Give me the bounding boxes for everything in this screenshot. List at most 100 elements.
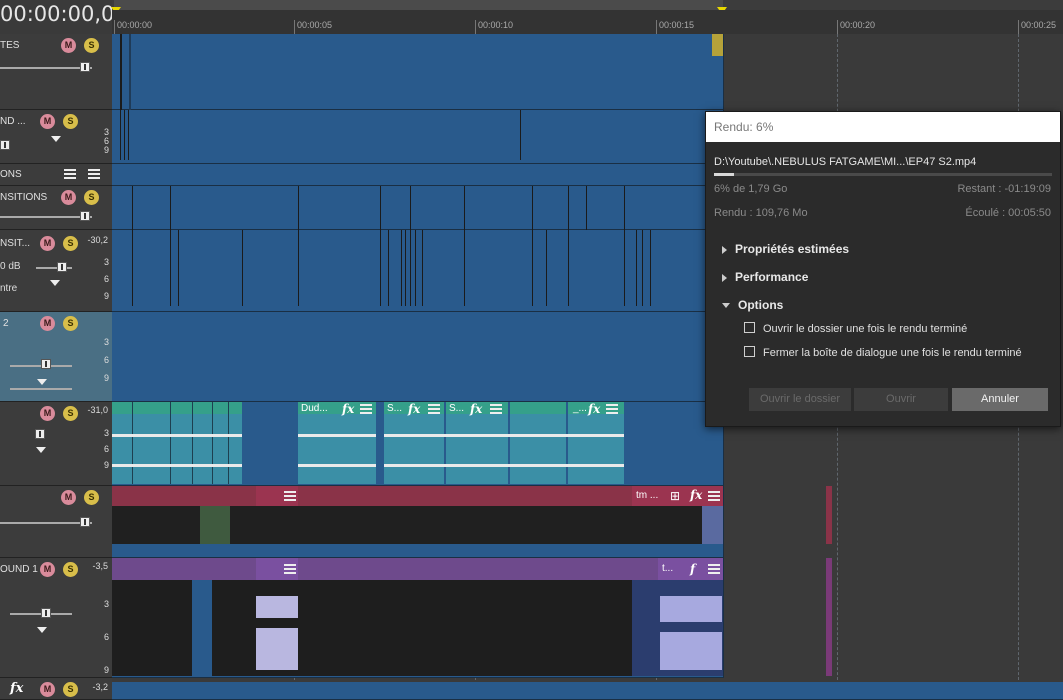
pan-dropdown-icon[interactable] — [50, 280, 60, 286]
crop-icon[interactable]: ⊞ — [670, 489, 680, 503]
slider-knob[interactable] — [80, 517, 90, 527]
track-lane-4[interactable] — [112, 230, 724, 312]
track-header-5[interactable]: 2 M S 369 — [0, 312, 112, 402]
solo-button[interactable]: S — [63, 406, 78, 421]
fx-icon[interactable]: fx — [588, 402, 600, 416]
track-header-1[interactable]: ND ... M S 369 — [0, 110, 112, 164]
cut-marker — [410, 186, 411, 230]
fx-icon[interactable]: fx — [342, 402, 354, 416]
peak-level: -31,0 — [87, 405, 108, 415]
clip-menu-icon[interactable] — [428, 404, 440, 414]
menu-icon[interactable] — [64, 169, 76, 179]
slider-knob[interactable] — [80, 211, 90, 221]
track-lane-0[interactable] — [112, 34, 724, 110]
timecode-display[interactable]: 00:00:00,00 — [0, 0, 112, 34]
audio-clip[interactable] — [112, 580, 192, 676]
option-open-folder[interactable]: Ouvrir le dossier une fois le rendu term… — [744, 322, 967, 335]
pan-dropdown-icon[interactable] — [37, 627, 47, 633]
pan-dropdown-icon[interactable] — [37, 379, 47, 385]
solo-button[interactable]: S — [63, 236, 78, 251]
track-header-2[interactable]: ONS — [0, 164, 112, 186]
open-button[interactable]: Ouvrir — [854, 388, 948, 411]
audio-waveform — [298, 464, 376, 467]
cancel-button[interactable]: Annuler — [952, 388, 1048, 411]
mute-button[interactable]: M — [40, 114, 55, 129]
loop-region[interactable] — [114, 0, 723, 10]
solo-button[interactable]: S — [84, 490, 99, 505]
slider-knob[interactable] — [57, 262, 67, 272]
solo-button[interactable]: S — [84, 38, 99, 53]
mute-button[interactable]: M — [40, 406, 55, 421]
section-estimated-properties[interactable]: Propriétés estimées — [722, 242, 849, 256]
track-header-0[interactable]: TES M S — [0, 34, 112, 110]
track-lane-6[interactable]: Dud... fx S... fx S... fx _... fx — [112, 402, 724, 486]
solo-button[interactable]: S — [63, 562, 78, 577]
fx-icon[interactable]: fx — [408, 402, 420, 416]
mute-button[interactable]: M — [40, 682, 55, 697]
solo-button[interactable]: S — [63, 114, 78, 129]
clip-menu-icon[interactable] — [490, 404, 502, 414]
clip-menu-icon[interactable] — [708, 491, 720, 501]
timeline-ruler[interactable]: 00:00:00 00:00:05 00:00:10 00:00:15 00:0… — [111, 0, 1063, 34]
clip-menu-icon[interactable] — [708, 564, 720, 574]
dialog-title[interactable]: Rendu: 6% — [706, 112, 1060, 142]
audio-clip[interactable] — [510, 402, 566, 484]
track-lane-8[interactable]: t... f — [112, 558, 724, 678]
menu-icon[interactable] — [88, 169, 100, 179]
video-clip-remnant — [826, 486, 832, 544]
track-lane-2[interactable] — [112, 164, 724, 186]
slider-knob[interactable] — [35, 429, 45, 439]
clip-menu-icon[interactable] — [606, 404, 618, 414]
track-lane-7[interactable]: tm ... ⊞ fx — [112, 486, 724, 558]
fx-icon[interactable]: fx — [10, 681, 23, 696]
mute-button[interactable]: M — [40, 562, 55, 577]
clip-menu-icon[interactable] — [360, 404, 372, 414]
open-folder-button[interactable]: Ouvrir le dossier — [749, 388, 851, 411]
track-header-9[interactable]: fx M S -3,2 — [0, 678, 112, 700]
mute-button[interactable]: M — [61, 490, 76, 505]
section-options[interactable]: Options — [722, 298, 783, 312]
cut-marker — [170, 186, 171, 230]
pan-dropdown-icon[interactable] — [51, 136, 61, 142]
level-slider[interactable] — [0, 522, 92, 524]
track-header-6[interactable]: M S -31,0 369 — [0, 402, 112, 486]
pan-dropdown-icon[interactable] — [36, 447, 46, 453]
pan-slider[interactable] — [10, 388, 72, 390]
mute-button[interactable]: M — [40, 316, 55, 331]
solo-button[interactable]: S — [63, 316, 78, 331]
slider-knob[interactable] — [80, 62, 90, 72]
level-slider[interactable] — [0, 216, 92, 218]
level-slider[interactable] — [0, 67, 92, 69]
fx-icon[interactable]: f — [690, 562, 695, 576]
audio-clip[interactable]: Dud... fx — [298, 402, 376, 484]
track-header-7[interactable]: M S — [0, 486, 112, 558]
render-dialog[interactable]: Rendu: 6% D:\Youtube\.NEBULUS FATGAME\MI… — [705, 111, 1061, 427]
track-lane-3[interactable] — [112, 186, 724, 230]
solo-button[interactable]: S — [84, 190, 99, 205]
checkbox[interactable] — [744, 346, 755, 357]
track-lane-5[interactable] — [112, 312, 724, 402]
option-close-dialog[interactable]: Fermer la boîte de dialogue une fois le … — [744, 346, 1022, 359]
slider-knob[interactable] — [0, 140, 10, 150]
clip-menu-icon[interactable] — [284, 564, 296, 574]
checkbox[interactable] — [744, 322, 755, 333]
solo-button[interactable]: S — [63, 682, 78, 697]
fx-icon[interactable]: fx — [470, 402, 482, 416]
slider-knob[interactable] — [41, 608, 51, 618]
track-lane-1[interactable] — [112, 110, 724, 164]
track-header-8[interactable]: OUND 1 M S -3,5 369 — [0, 558, 112, 678]
mute-button[interactable]: M — [61, 38, 76, 53]
track-header-3[interactable]: NSITIONS M S — [0, 186, 112, 230]
track-header-4[interactable]: NSIT... M S -30,2 0 dB ntre 369 — [0, 230, 112, 312]
mute-button[interactable]: M — [40, 236, 55, 251]
mute-button[interactable]: M — [61, 190, 76, 205]
peak-level: -30,2 — [87, 235, 108, 245]
audio-clip[interactable]: S... fx — [384, 402, 444, 484]
track-lane-9[interactable] — [112, 682, 1063, 700]
audio-clip[interactable]: _... fx — [568, 402, 624, 484]
audio-clip[interactable]: S... fx — [446, 402, 508, 484]
clip-menu-icon[interactable] — [284, 491, 296, 501]
slider-knob[interactable] — [41, 359, 51, 369]
section-performance[interactable]: Performance — [722, 270, 808, 284]
fx-icon[interactable]: fx — [690, 488, 702, 502]
